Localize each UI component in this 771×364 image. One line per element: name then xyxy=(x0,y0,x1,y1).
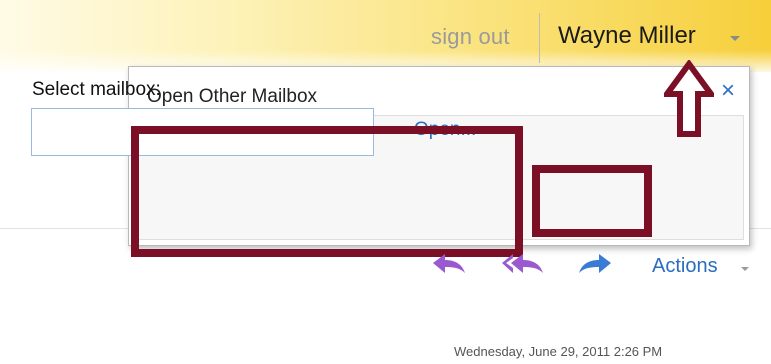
popup-title: Open Other Mailbox xyxy=(147,86,318,107)
reply-all-icon[interactable] xyxy=(500,251,546,277)
sign-out-link[interactable]: sign out xyxy=(431,24,510,50)
select-mailbox-label: Select mailbox: xyxy=(32,79,161,100)
close-icon[interactable]: × xyxy=(721,79,735,103)
user-menu-chevron-down-icon[interactable] xyxy=(730,36,740,41)
user-name-menu[interactable]: Wayne Miller xyxy=(558,22,696,50)
message-timestamp: Wednesday, June 29, 2011 2:26 PM xyxy=(454,344,663,359)
reply-icon[interactable] xyxy=(431,251,467,277)
actions-chevron-down-icon[interactable] xyxy=(741,267,749,271)
highlight-up-arrow-icon xyxy=(664,60,714,137)
highlight-box-open-link xyxy=(532,165,652,237)
actions-menu-button[interactable]: Actions xyxy=(652,255,718,278)
highlight-box-select-mailbox xyxy=(131,126,523,257)
header-divider xyxy=(539,13,540,63)
forward-icon[interactable] xyxy=(577,251,613,277)
